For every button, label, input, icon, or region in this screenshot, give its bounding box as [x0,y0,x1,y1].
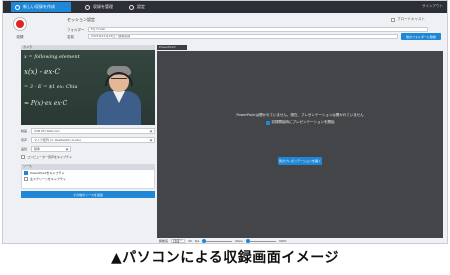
video-select[interactable]: USB HD Webcam [31,127,155,134]
chalk-line: x = following element [24,54,80,60]
list-icon [85,4,90,10]
main-screen-checkbox[interactable] [24,177,28,181]
tab-settings[interactable]: 設定 [125,2,155,12]
tab-label: 新しい収録を作成 [23,4,55,9]
computer-audio-label: コンピューター音声をキャプチャ [27,155,72,159]
audio-row: 音声 マイク配列 (2- Realtek(R) Audio) [21,136,155,143]
video-row: 動画 USB HD Webcam [21,127,155,134]
tab-label: 設定 [137,4,145,9]
source-item-main-screen[interactable]: 主スクリーンをキャプチャ [22,176,154,182]
no-presentation-message: PowerPointは開かれていません。現在、プレゼンテーションは開かれていませ… [236,113,364,117]
audio-label: 音声 [21,137,28,142]
chalk-line: = P(x)·ex ex·C [24,100,68,107]
computer-audio-checkbox[interactable] [21,155,25,159]
gear-icon [129,4,134,10]
presenter-figure [95,66,141,125]
webcast-label: ブロードキャスト [397,17,425,21]
top-bar: 新しい収録を作成 収録を管理 設定 サインアウト [3,1,447,13]
main-panel: PowerPoint PowerPointは開かれていません。現在、プレゼンテー… [157,45,443,238]
record-button[interactable] [13,17,27,31]
computer-audio-toggle[interactable]: コンピューター音声をキャプチャ [21,154,155,160]
move-folder-button[interactable]: 他のフォルダーに移動 [401,33,441,40]
sign-out-link[interactable]: サインアウト [422,4,443,9]
quality-row: 品質 標準 [21,145,155,152]
quality-bar: 解像度 1920 x 1080 30 fps Kbps 3000 [157,238,443,243]
figure-caption: ▲パソコンによる収録画面イメージ [110,250,340,266]
kbps-label: Kbps [235,239,243,243]
quality-label: 品質 [21,146,28,151]
webcast-toggle[interactable]: ブロードキャスト [391,17,425,22]
folder-field[interactable]: My Folder [88,27,428,32]
chalk-line: = 3 - E = $1 ex: Chia [24,84,78,90]
sources-list: PowerPointをキャプチャ 主スクリーンをキャプチャ [21,169,155,189]
resolution-label: 解像度 [159,239,169,243]
kbps-value: 3000 [278,239,287,243]
fps-slider[interactable] [202,239,233,243]
folder-label: フォルダー [67,28,85,32]
tab-new-recording[interactable]: 新しい収録を作成 [11,2,71,12]
name-field[interactable]: 2021年12月16日 / 講義収録 [88,34,398,39]
session-settings-title: セッション設定 [67,17,95,22]
plus-circle-icon [15,4,20,10]
slider-knob[interactable] [202,239,207,243]
source-label: 主スクリーンをキャプチャ [30,177,66,181]
tab-manage-recordings[interactable]: 収録を管理 [81,2,125,12]
slider-knob[interactable] [245,239,250,243]
powerpoint-checkbox[interactable] [24,171,28,175]
presentation-preview: PowerPointは開かれていません。現在、プレゼンテーションは開かれていませ… [157,51,443,238]
open-presentation-button[interactable]: 別のプレゼンテーションを開く [278,157,322,165]
video-label: 動画 [21,128,28,133]
quality-select[interactable]: 標準 [31,145,71,152]
audio-select[interactable]: マイク配列 (2- Realtek(R) Audio) [31,136,155,143]
webcast-checkbox[interactable] [391,17,395,22]
start-on-record-label: 収録開始時にプレゼンテーションを開始 [271,120,335,124]
record-label: 収録 [16,35,24,39]
kbps-slider[interactable] [245,239,276,243]
record-icon [16,20,24,28]
name-label: 名前 [67,35,74,39]
left-panel: カメラ x = following element x(x) - ex·C = … [21,45,155,243]
source-label: PowerPointをキャプチャ [30,171,65,175]
fps-label: fps [194,239,200,243]
start-on-record-toggle[interactable]: 収録開始時にプレゼンテーションを開始 [157,120,443,125]
tab-label: 収録を管理 [93,4,113,9]
chalk-line: x(x) - ex·C [24,68,60,76]
tab-powerpoint[interactable]: PowerPoint [157,45,187,50]
camera-preview: x = following element x(x) - ex·C = 3 - … [21,50,155,125]
recorder-app: 新しい収録を作成 収録を管理 設定 サインアウト 収録 セッション設定 ブロード… [2,0,448,244]
add-source-button[interactable]: その他のソースを追加 [21,191,155,198]
fps-value: 30 [188,239,192,243]
start-on-record-checkbox[interactable] [265,120,270,125]
resolution-select[interactable]: 1920 x 1080 [171,239,186,243]
